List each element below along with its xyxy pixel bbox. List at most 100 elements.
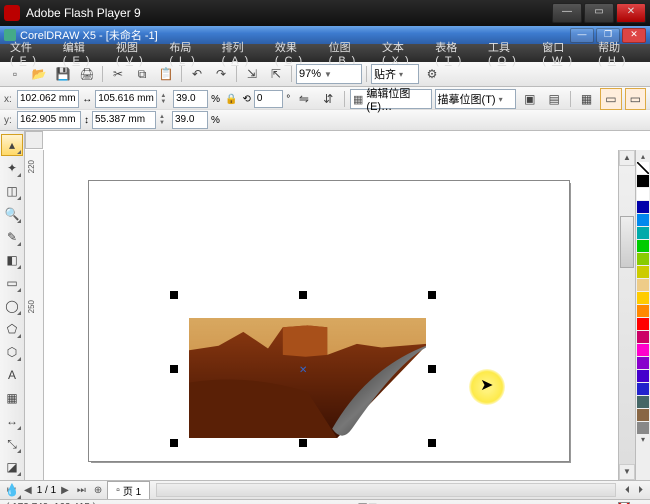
mirror-h-button[interactable]: ⇋ xyxy=(293,88,314,110)
color-swatch[interactable] xyxy=(637,266,649,278)
color-swatch[interactable] xyxy=(637,292,649,304)
color-swatch[interactable] xyxy=(637,201,649,213)
save-button[interactable]: 💾 xyxy=(52,63,74,85)
color-swatch[interactable] xyxy=(637,240,649,252)
open-button[interactable]: 📂 xyxy=(28,63,50,85)
text-tool[interactable]: A xyxy=(1,364,23,386)
next-page-button[interactable]: ▶ xyxy=(58,485,72,496)
color-swatch[interactable] xyxy=(637,318,649,330)
menu-w[interactable]: 窗口(W) xyxy=(542,39,586,67)
menu-b[interactable]: 位图(B) xyxy=(329,39,370,67)
size-spinner-2[interactable]: ▲▼ xyxy=(159,112,169,128)
scale-y-field[interactable]: 39.0 xyxy=(172,111,208,129)
color-swatch[interactable] xyxy=(637,279,649,291)
vertical-ruler[interactable]: 220250 xyxy=(25,150,44,480)
crop-bitmap-button[interactable]: ▣ xyxy=(519,88,540,110)
snap-combo[interactable]: 贴齐▾ xyxy=(371,64,419,84)
color-swatch[interactable] xyxy=(637,227,649,239)
page-tab-1[interactable]: ▫ 页 1 xyxy=(107,481,150,499)
color-swatch[interactable] xyxy=(637,214,649,226)
palette-up-button[interactable]: ▴ xyxy=(641,152,645,162)
palette-left-button[interactable]: ⏴ xyxy=(622,485,633,496)
selection-handle-e[interactable] xyxy=(428,365,436,373)
palette-right-button[interactable]: ⏵ xyxy=(635,485,646,496)
selection-center-icon[interactable]: ✕ xyxy=(299,365,307,376)
color-swatch[interactable] xyxy=(637,422,649,434)
import-button[interactable]: ⇲ xyxy=(241,63,263,85)
color-swatch[interactable] xyxy=(637,383,649,395)
color-swatch[interactable] xyxy=(637,370,649,382)
menu-x[interactable]: 文本(X) xyxy=(382,39,423,67)
add-page-button[interactable]: ⊕ xyxy=(91,485,105,496)
last-page-button[interactable]: ⏭ xyxy=(74,485,89,496)
wrap-text-button[interactable]: ▦ xyxy=(576,88,597,110)
color-swatch[interactable] xyxy=(637,331,649,343)
rotation-field[interactable]: 0 xyxy=(254,90,283,108)
prev-page-button[interactable]: ◀ xyxy=(21,485,35,496)
edit-bitmap-button[interactable]: ▦ 编辑位图(E)… xyxy=(350,89,432,109)
outer-maximize-button[interactable]: ▭ xyxy=(584,3,614,23)
new-button[interactable]: ▫ xyxy=(4,63,26,85)
lock-ratio-icon[interactable]: 🔒 xyxy=(225,94,237,105)
selection-handle-ne[interactable] xyxy=(428,291,436,299)
to-front-button[interactable]: ▭ xyxy=(600,88,621,110)
eyedropper-tool[interactable]: 💧 xyxy=(1,479,23,501)
color-swatch[interactable] xyxy=(637,396,649,408)
color-swatch[interactable] xyxy=(637,409,649,421)
selection-handle-s[interactable] xyxy=(299,439,307,447)
height-field[interactable]: 55.387 mm xyxy=(92,111,156,129)
cut-button[interactable]: ✂ xyxy=(107,63,129,85)
smart-fill-tool[interactable]: ◧ xyxy=(1,249,23,271)
crop-tool[interactable]: ◫ xyxy=(1,180,23,202)
mirror-v-button[interactable]: ⇵ xyxy=(318,88,339,110)
trace-bitmap-button[interactable]: 描摹位图(T)▾ xyxy=(435,89,517,109)
basic-shapes-tool[interactable]: ⬡ xyxy=(1,341,23,363)
zoom-combo[interactable]: 97%▼ xyxy=(296,64,362,84)
paste-button[interactable]: 📋 xyxy=(155,63,177,85)
zoom-tool[interactable]: 🔍 xyxy=(1,203,23,225)
color-swatch[interactable] xyxy=(637,253,649,265)
horizontal-scrollbar[interactable] xyxy=(156,483,616,497)
size-spinner[interactable]: ▲▼ xyxy=(160,91,170,107)
selection-handle-n[interactable] xyxy=(299,291,307,299)
export-button[interactable]: ⇱ xyxy=(265,63,287,85)
scroll-down-button[interactable]: ▼ xyxy=(619,464,635,480)
color-swatch[interactable] xyxy=(637,305,649,317)
shape-tool[interactable]: ✦ xyxy=(1,157,23,179)
selection-handle-sw[interactable] xyxy=(170,439,178,447)
y-position-field[interactable]: 162.905 mm xyxy=(17,111,81,129)
pick-tool[interactable]: ▴ xyxy=(1,134,23,156)
scroll-thumb[interactable] xyxy=(620,216,634,268)
swatch-none[interactable] xyxy=(637,162,649,174)
vertical-scrollbar[interactable]: ▲ ▼ xyxy=(618,150,635,480)
redo-button[interactable]: ↷ xyxy=(210,63,232,85)
palette-down-button[interactable]: ▾ xyxy=(641,435,645,445)
dimension-tool[interactable]: ↔ xyxy=(1,410,23,432)
rectangle-tool[interactable]: ▭ xyxy=(1,272,23,294)
to-back-button[interactable]: ▭ xyxy=(625,88,646,110)
outer-minimize-button[interactable]: — xyxy=(552,3,582,23)
scale-x-field[interactable]: 39.0 xyxy=(173,90,208,108)
interactive-tool[interactable]: ◪ xyxy=(1,456,23,478)
x-position-field[interactable]: 102.062 mm xyxy=(17,90,79,108)
color-swatch[interactable] xyxy=(637,344,649,356)
table-tool[interactable]: ▦ xyxy=(1,387,23,409)
resample-button[interactable]: ▤ xyxy=(544,88,565,110)
undo-button[interactable]: ↶ xyxy=(186,63,208,85)
color-swatch[interactable] xyxy=(637,188,649,200)
color-swatch[interactable] xyxy=(637,175,649,187)
width-field[interactable]: 105.616 mm xyxy=(95,90,157,108)
canvas[interactable]: ✕ ➤ xyxy=(44,150,618,480)
color-swatch[interactable] xyxy=(637,357,649,369)
options-button[interactable]: ⚙ xyxy=(421,63,443,85)
ruler-origin[interactable] xyxy=(25,131,43,149)
scroll-up-button[interactable]: ▲ xyxy=(619,150,635,166)
outer-close-button[interactable]: ✕ xyxy=(616,3,646,23)
freehand-tool[interactable]: ✎ xyxy=(1,226,23,248)
print-button[interactable]: 🖨 xyxy=(76,63,98,85)
menu-o[interactable]: 工具(O) xyxy=(488,39,530,67)
menu-h[interactable]: 帮助(H) xyxy=(598,39,640,67)
connector-tool[interactable]: ⤡ xyxy=(1,433,23,455)
selection-handle-se[interactable] xyxy=(428,439,436,447)
copy-button[interactable]: ⧉ xyxy=(131,63,153,85)
